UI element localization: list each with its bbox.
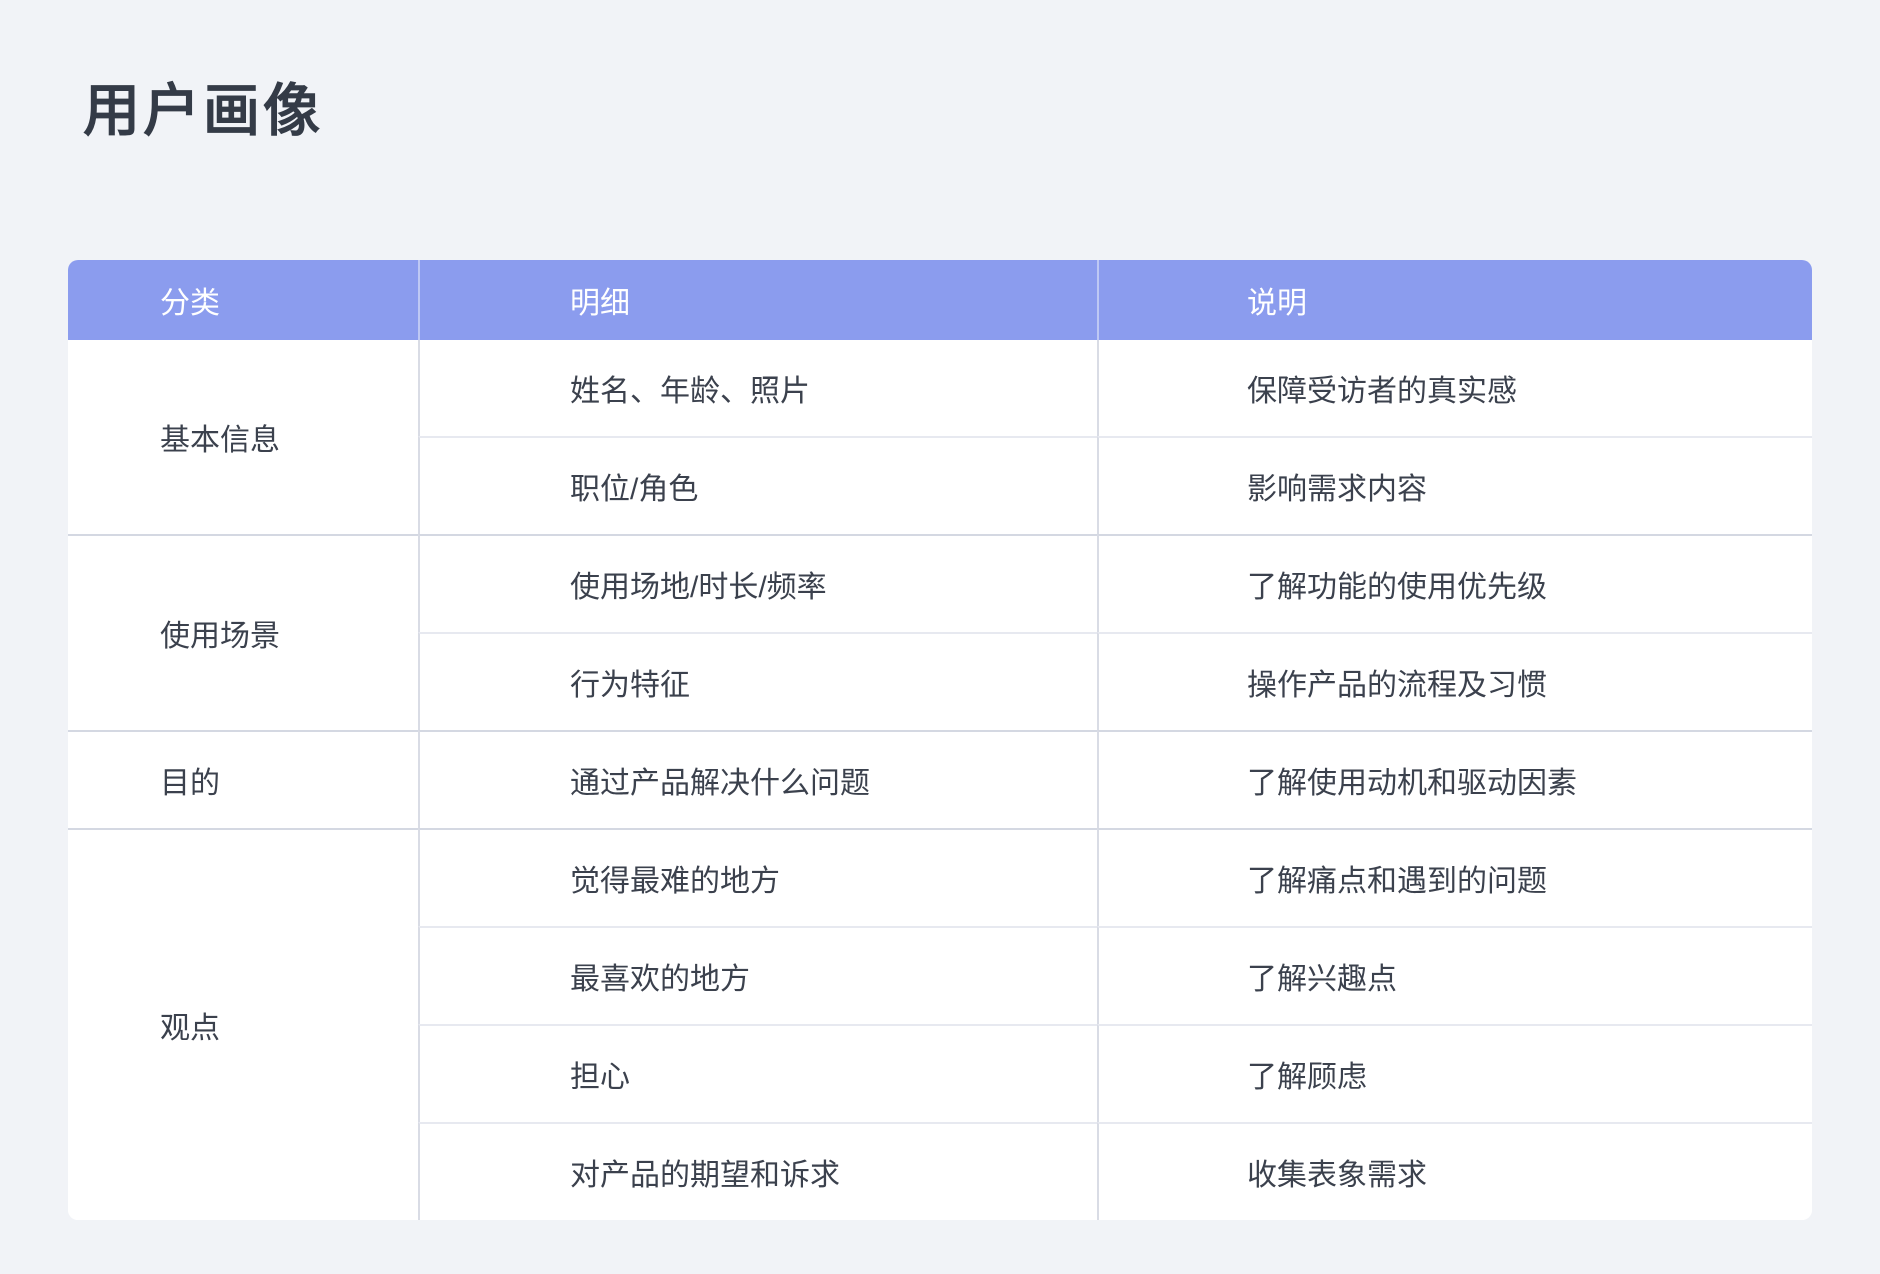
description-cell: 了解兴趣点 [1097, 926, 1812, 1024]
category-cell: 目的 [68, 730, 418, 828]
description-cell: 操作产品的流程及习惯 [1097, 632, 1812, 730]
detail-cell: 职位/角色 [418, 436, 1097, 534]
detail-cell: 担心 [418, 1024, 1097, 1122]
category-cell: 使用场景 [68, 534, 418, 730]
header-row: 分类 明细 说明 [68, 260, 1812, 340]
table-row: 基本信息姓名、年龄、照片保障受访者的真实感 [68, 340, 1812, 436]
description-cell: 保障受访者的真实感 [1097, 340, 1812, 436]
description-cell: 收集表象需求 [1097, 1122, 1812, 1220]
detail-cell: 觉得最难的地方 [418, 828, 1097, 926]
page-title: 用户画像 [83, 80, 323, 142]
persona-table-card: 分类 明细 说明 基本信息姓名、年龄、照片保障受访者的真实感职位/角色影响需求内… [68, 260, 1812, 1220]
detail-cell: 对产品的期望和诉求 [418, 1122, 1097, 1220]
description-cell: 影响需求内容 [1097, 436, 1812, 534]
table-header: 分类 明细 说明 [68, 260, 1812, 340]
category-cell: 基本信息 [68, 340, 418, 534]
description-cell: 了解顾虑 [1097, 1024, 1812, 1122]
description-cell: 了解使用动机和驱动因素 [1097, 730, 1812, 828]
table-row: 目的通过产品解决什么问题了解使用动机和驱动因素 [68, 730, 1812, 828]
category-cell: 观点 [68, 828, 418, 1220]
persona-table: 分类 明细 说明 基本信息姓名、年龄、照片保障受访者的真实感职位/角色影响需求内… [68, 260, 1812, 1220]
detail-cell: 行为特征 [418, 632, 1097, 730]
header-cell-description: 说明 [1097, 260, 1812, 340]
description-cell: 了解痛点和遇到的问题 [1097, 828, 1812, 926]
table-row: 使用场景使用场地/时长/频率了解功能的使用优先级 [68, 534, 1812, 632]
detail-cell: 使用场地/时长/频率 [418, 534, 1097, 632]
description-cell: 了解功能的使用优先级 [1097, 534, 1812, 632]
header-cell-detail: 明细 [418, 260, 1097, 340]
detail-cell: 通过产品解决什么问题 [418, 730, 1097, 828]
header-cell-category: 分类 [68, 260, 418, 340]
table-body: 基本信息姓名、年龄、照片保障受访者的真实感职位/角色影响需求内容使用场景使用场地… [68, 340, 1812, 1220]
detail-cell: 最喜欢的地方 [418, 926, 1097, 1024]
detail-cell: 姓名、年龄、照片 [418, 340, 1097, 436]
table-row: 观点觉得最难的地方了解痛点和遇到的问题 [68, 828, 1812, 926]
